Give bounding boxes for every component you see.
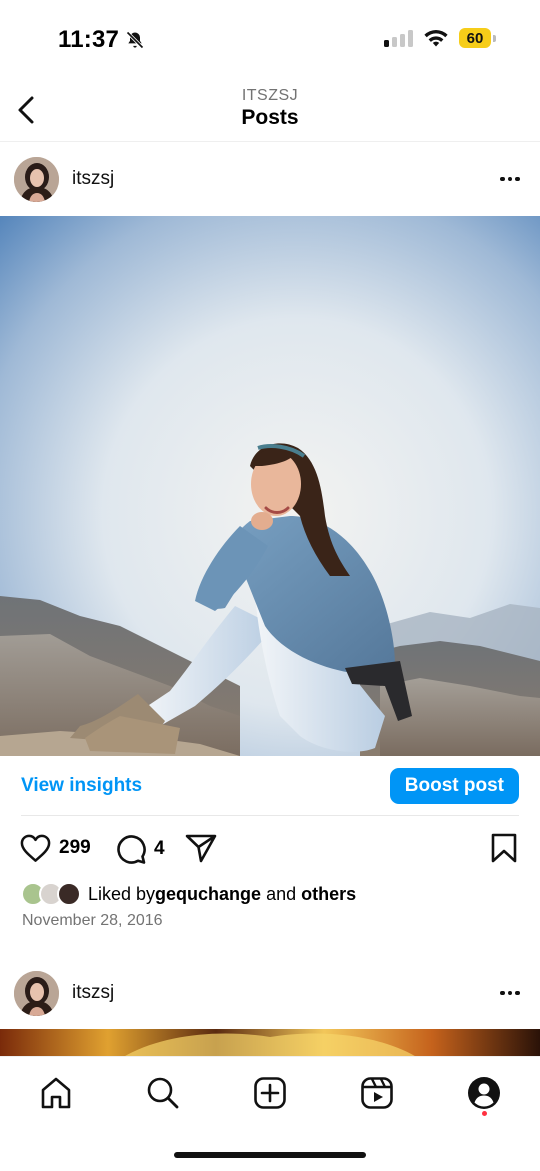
- page-header: ITSZSJ Posts: [0, 78, 540, 142]
- status-time: 11:37: [58, 26, 145, 54]
- post-image[interactable]: [0, 216, 540, 756]
- status-bar: 11:37 60: [0, 0, 540, 78]
- divider: [21, 815, 519, 816]
- save-action: [491, 833, 517, 863]
- bookmark-icon[interactable]: [491, 833, 517, 863]
- post-date: November 28, 2016: [22, 912, 163, 929]
- comment-icon[interactable]: [115, 833, 147, 865]
- post-header: itszsj: [0, 142, 540, 216]
- liked-user[interactable]: gequchange: [155, 884, 261, 905]
- avatar[interactable]: [14, 156, 59, 202]
- heart-icon[interactable]: [19, 833, 52, 863]
- notification-dot: [482, 1111, 487, 1116]
- battery-level: 60: [459, 28, 491, 48]
- header-username: ITSZSJ: [241, 87, 299, 104]
- nav-create[interactable]: [250, 1073, 290, 1113]
- home-indicator: [174, 1152, 366, 1158]
- post-username[interactable]: itszsj: [72, 168, 114, 190]
- profile-icon: [468, 1077, 500, 1109]
- next-post-header: itszsj: [0, 956, 540, 1030]
- share-action: [185, 833, 217, 863]
- liked-by[interactable]: Liked by gequchange and others: [21, 880, 356, 908]
- more-options-button[interactable]: [496, 979, 524, 1007]
- more-options-button[interactable]: [496, 165, 524, 193]
- create-icon: [254, 1077, 286, 1109]
- view-insights-link[interactable]: View insights: [21, 775, 142, 797]
- next-post-image[interactable]: [0, 1029, 540, 1059]
- liked-others[interactable]: others: [301, 884, 356, 905]
- comment-action: 4: [115, 833, 165, 865]
- bell-slash-icon: [126, 31, 144, 49]
- like-action: 299: [19, 833, 91, 863]
- status-right: 60: [384, 28, 496, 48]
- search-icon: [147, 1077, 179, 1109]
- home-icon: [41, 1077, 71, 1109]
- like-count[interactable]: 299: [59, 837, 91, 859]
- battery-icon: 60: [459, 28, 496, 48]
- comment-count[interactable]: 4: [154, 838, 165, 860]
- boost-post-button[interactable]: Boost post: [389, 768, 519, 804]
- send-icon[interactable]: [185, 833, 217, 863]
- reels-icon: [361, 1077, 393, 1109]
- page-title: Posts: [241, 106, 299, 129]
- nav-reels[interactable]: [357, 1073, 397, 1113]
- time-text: 11:37: [58, 26, 120, 53]
- liked-by-avatars: [21, 880, 85, 908]
- liked-prefix: Liked by: [88, 883, 156, 904]
- post-actions: 299 4: [0, 830, 540, 870]
- avatar: [57, 882, 81, 906]
- nav-home[interactable]: [36, 1073, 76, 1113]
- signal-icon: [384, 29, 413, 47]
- insights-bar: View insights Boost post: [0, 756, 540, 816]
- nav-search[interactable]: [143, 1073, 183, 1113]
- post-username[interactable]: itszsj: [72, 982, 114, 1004]
- nav-profile[interactable]: [464, 1073, 504, 1113]
- avatar[interactable]: [14, 970, 59, 1016]
- liked-and: and: [261, 883, 302, 904]
- wifi-icon: [424, 29, 448, 47]
